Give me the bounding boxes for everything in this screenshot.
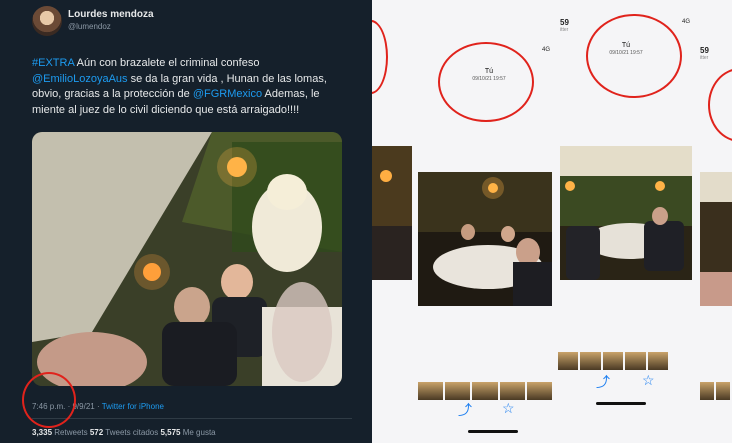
star-icon[interactable]: ☆ [642,372,655,389]
divider [32,418,352,419]
photo-thumb [372,146,412,280]
share-icon[interactable]: ⤴ [596,372,610,392]
phone-screenshot-2: 59 itter 4G Tú 09/10/21 19:57 ⤴ ☆ [556,0,696,443]
phone-screenshot-3: 59 itter [696,0,732,443]
home-indicator [468,430,518,433]
chat-photo[interactable] [560,146,692,280]
photo-left-strip[interactable] [372,146,412,280]
retweet-count[interactable]: 3,335 [32,428,52,437]
network-indicator: 4G [541,47,550,53]
tweet-link[interactable]: #EXTRA [32,57,74,69]
tweet-date: 9/9/21 [72,402,95,411]
retweets-label[interactable]: Retweets [54,428,87,437]
restaurant-photo [560,146,692,280]
avatar[interactable] [32,6,62,36]
tweet-source[interactable]: Twitter for iPhone [102,402,164,411]
annotation-circle [22,372,76,428]
user-handle[interactable]: @lumendoz [68,22,111,31]
phone-screenshot-1: 4G Tú 09/10/21 19:57 ⤴ ☆ [372,0,556,443]
status-sub: itter [700,55,709,61]
like-count[interactable]: 5,575 [160,428,180,437]
thumbnail-strip[interactable] [418,382,553,400]
restaurant-photo [418,172,552,306]
star-icon[interactable]: ☆ [502,400,515,417]
quotes-label[interactable]: Tweets citados [105,428,158,437]
chat-photo[interactable] [700,172,732,306]
tweet-text-segment: Aún con brazalete el criminal confeso [74,57,260,69]
display-name[interactable]: Lourdes mendoza [68,9,154,20]
status-sub: itter [560,27,569,33]
tweet-panel: Lourdes mendoza @lumendoz #EXTRA Aún con… [0,0,372,443]
status-bar: 59 itter [696,44,732,61]
home-indicator [596,402,646,405]
tweet-text: #EXTRA Aún con brazalete el criminal con… [32,56,352,118]
network-indicator: 4G [681,19,690,25]
tweet-stats: 3,335 Retweets 572 Tweets citados 5,575 … [32,428,216,437]
quote-count[interactable]: 572 [90,428,103,437]
chat-photo[interactable] [418,172,552,306]
tweet-photo[interactable] [32,132,342,386]
status-time: 59 [560,18,569,27]
restaurant-photo [32,132,342,386]
status-time: 59 [700,46,709,55]
annotation-circle [708,68,732,142]
annotation-circle [438,42,534,122]
restaurant-photo [700,172,732,306]
share-icon[interactable]: ⤴ [458,400,472,420]
annotation-circle [586,14,682,98]
thumbnail-strip[interactable] [700,382,730,400]
annotation-circle [372,20,388,94]
tweet-link[interactable]: @EmilioLozoyaAus [32,73,128,85]
thumbnail-strip[interactable] [558,352,669,370]
likes-label[interactable]: Me gusta [183,428,216,437]
tweet-link[interactable]: @FGRMexico [193,88,262,100]
